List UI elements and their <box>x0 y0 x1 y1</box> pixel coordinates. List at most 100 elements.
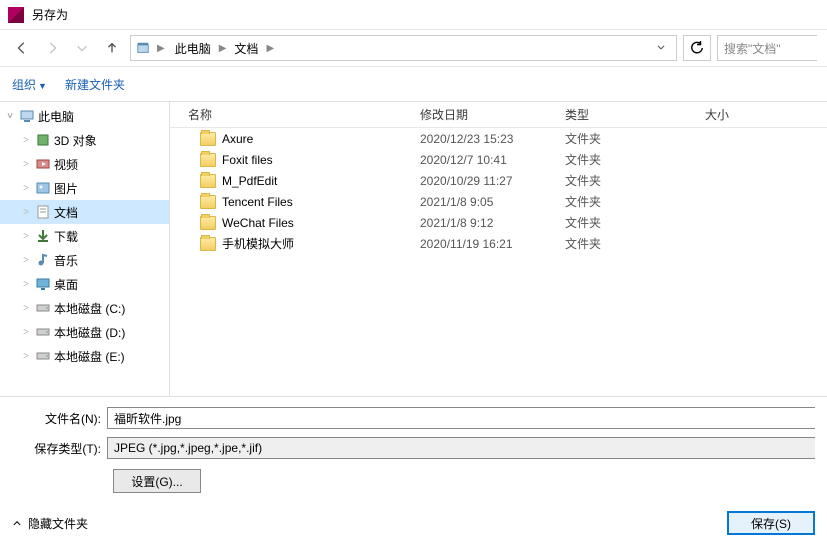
file-type: 文件夹 <box>565 212 705 233</box>
tree-item-label: 下载 <box>54 228 78 245</box>
music-icon <box>35 252 51 268</box>
folder-icon <box>200 195 216 209</box>
tree-twisty-icon[interactable]: > <box>20 303 32 314</box>
tree-item-label: 音乐 <box>54 252 78 269</box>
col-type[interactable]: 类型 <box>565 102 705 127</box>
refresh-button[interactable] <box>683 35 711 61</box>
save-form: 文件名(N): 保存类型(T): JPEG (*.jpg,*.jpeg,*.jp… <box>0 397 827 505</box>
file-row[interactable]: M_PdfEdit2020/10/29 11:27文件夹 <box>170 170 827 191</box>
forward-button[interactable] <box>40 36 64 60</box>
hide-folders-toggle[interactable]: 隐藏文件夹 <box>12 515 88 532</box>
file-name: WeChat Files <box>222 216 294 230</box>
app-icon <box>8 7 24 23</box>
tree-twisty-icon[interactable]: > <box>20 207 32 218</box>
file-type: 文件夹 <box>565 170 705 191</box>
tree-item-图片[interactable]: > 图片 <box>0 176 169 200</box>
tree-item-label: 本地磁盘 (E:) <box>54 348 125 365</box>
tree-item-本地磁盘 (E:)[interactable]: > 本地磁盘 (E:) <box>0 344 169 368</box>
col-date[interactable]: 修改日期 <box>420 102 565 127</box>
organize-menu[interactable]: 组织▼ <box>12 76 47 93</box>
doc-icon <box>35 204 51 220</box>
tree-twisty-icon[interactable]: > <box>20 327 32 338</box>
filename-label: 文件名(N): <box>12 410 107 427</box>
tree-item-本地磁盘 (C:)[interactable]: > 本地磁盘 (C:) <box>0 296 169 320</box>
file-row[interactable]: 手机模拟大师2020/11/19 16:21文件夹 <box>170 233 827 254</box>
disk-icon <box>35 324 51 340</box>
tree-twisty-icon[interactable]: > <box>20 135 32 146</box>
folder-icon <box>200 237 216 251</box>
tree-item-本地磁盘 (D:)[interactable]: >本地磁盘 (D:) <box>0 320 169 344</box>
address-bar[interactable]: ▶ 此电脑 ▶ 文档 ▶ <box>130 35 677 61</box>
search-placeholder: 搜索"文档" <box>724 40 781 57</box>
breadcrumbs: 此电脑 ▶ 文档 ▶ <box>171 38 646 59</box>
tree-item-label: 此电脑 <box>38 108 74 125</box>
tree-item-label: 3D 对象 <box>54 132 97 149</box>
pc-icon <box>19 108 35 124</box>
file-type: 文件夹 <box>565 128 705 149</box>
col-name[interactable]: 名称 <box>170 102 420 127</box>
chevron-up-icon <box>12 518 22 528</box>
tree-twisty-icon[interactable]: > <box>20 351 32 362</box>
file-size <box>705 128 785 149</box>
file-name: 手机模拟大师 <box>222 235 294 252</box>
tree-item-label: 视频 <box>54 156 78 173</box>
tree-item-下载[interactable]: > 下载 <box>0 224 169 248</box>
file-row[interactable]: Foxit files2020/12/7 10:41文件夹 <box>170 149 827 170</box>
file-name: Axure <box>222 132 253 146</box>
file-row[interactable]: WeChat Files 2021/1/8 9:12文件夹 <box>170 212 827 233</box>
chevron-right-icon: ▶ <box>217 43 229 54</box>
folder-tree[interactable]: ˅此电脑>3D 对象>视频>图片>文档>下载>音乐>桌面>本地磁盘 (C:)>本… <box>0 102 170 396</box>
disk-icon <box>35 300 51 316</box>
tree-item-文档[interactable]: > 文档 <box>0 200 169 224</box>
tree-twisty-icon[interactable]: > <box>20 255 32 266</box>
new-folder-button[interactable]: 新建文件夹 <box>65 76 125 93</box>
tree-item-视频[interactable]: > 视频 <box>0 152 169 176</box>
breadcrumb-item[interactable]: 文档 <box>230 38 262 59</box>
tree-twisty-icon[interactable]: > <box>20 159 32 170</box>
tree-twisty-icon[interactable]: > <box>20 183 32 194</box>
column-headers: 名称 修改日期 类型 大小 <box>170 102 827 128</box>
file-row[interactable]: Tencent Files2021/1/8 9:05文件夹 <box>170 191 827 212</box>
tree-item-label: 图片 <box>54 180 78 197</box>
desktop-icon <box>35 276 51 292</box>
filetype-dropdown[interactable]: JPEG (*.jpg,*.jpeg,*.jpe,*.jif) <box>107 437 815 459</box>
up-button[interactable] <box>100 36 124 60</box>
col-size[interactable]: 大小 <box>705 102 785 127</box>
address-dropdown[interactable] <box>650 42 672 55</box>
chevron-right-icon: ▶ <box>155 43 167 54</box>
title-bar: 另存为 <box>0 0 827 30</box>
filetype-label: 保存类型(T): <box>12 440 107 457</box>
tree-twisty-icon[interactable]: > <box>20 279 32 290</box>
folder-icon <box>200 132 216 146</box>
file-date: 2020/12/7 10:41 <box>420 149 565 170</box>
save-button[interactable]: 保存(S) <box>727 511 815 535</box>
main-area: ˅此电脑>3D 对象>视频>图片>文档>下载>音乐>桌面>本地磁盘 (C:)>本… <box>0 102 827 396</box>
file-type: 文件夹 <box>565 191 705 212</box>
filename-input[interactable] <box>107 407 815 429</box>
breadcrumb-item[interactable]: 此电脑 <box>171 38 215 59</box>
tree-item-桌面[interactable]: > 桌面 <box>0 272 169 296</box>
location-icon <box>135 40 151 56</box>
file-name: M_PdfEdit <box>222 174 277 188</box>
tree-twisty-icon[interactable]: ˅ <box>4 111 16 122</box>
file-type: 文件夹 <box>565 149 705 170</box>
recent-dropdown[interactable] <box>70 36 94 60</box>
file-size <box>705 149 785 170</box>
chevron-right-icon: ▶ <box>264 43 276 54</box>
tree-twisty-icon[interactable]: > <box>20 231 32 242</box>
tree-item-音乐[interactable]: > 音乐 <box>0 248 169 272</box>
search-input[interactable]: 搜索"文档" <box>717 35 817 61</box>
tree-item-此电脑[interactable]: ˅ 此电脑 <box>0 104 169 128</box>
tree-item-label: 文档 <box>54 204 78 221</box>
tree-item-label: 本地磁盘 (C:) <box>54 300 125 317</box>
picture-icon <box>35 180 51 196</box>
tree-item-label: 桌面 <box>54 276 78 293</box>
file-size <box>705 233 785 254</box>
file-size <box>705 191 785 212</box>
file-row[interactable]: Axure2020/12/23 15:23文件夹 <box>170 128 827 149</box>
3d-icon <box>35 132 51 148</box>
file-date: 2021/1/8 9:12 <box>420 212 565 233</box>
back-button[interactable] <box>10 36 34 60</box>
tree-item-3D 对象[interactable]: >3D 对象 <box>0 128 169 152</box>
settings-button[interactable]: 设置(G)... <box>113 469 201 493</box>
